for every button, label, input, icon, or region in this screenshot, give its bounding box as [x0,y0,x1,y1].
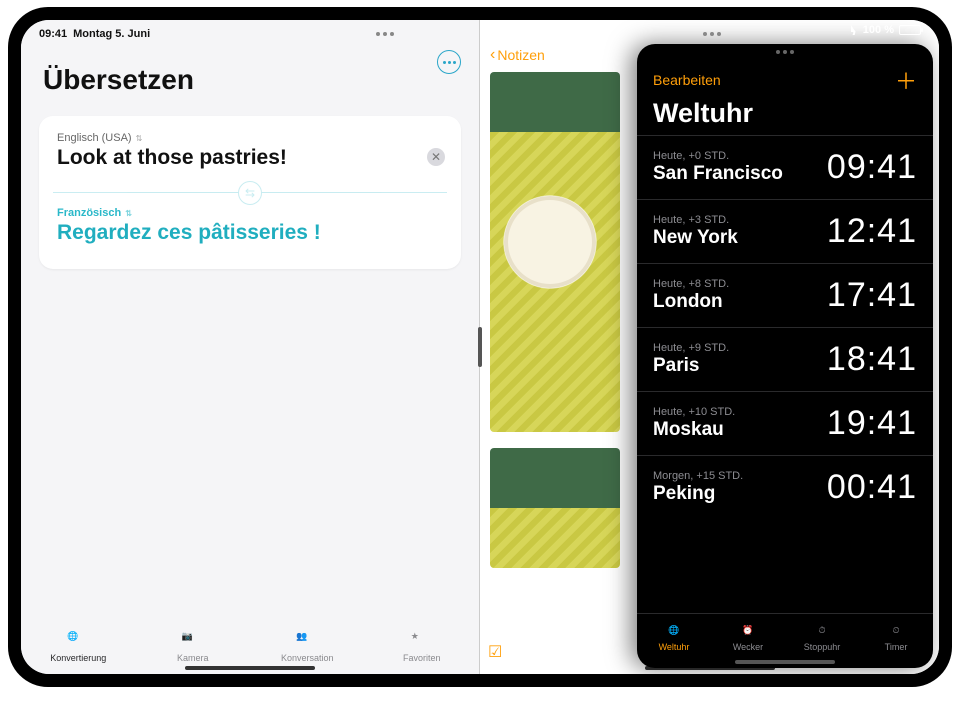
world-clock-row[interactable]: Heute, +9 STD.Paris 18:41 [637,327,933,391]
tab-alarm[interactable]: ⏰Wecker [711,620,785,652]
battery-pct: 100 % [863,24,894,36]
notes-back-button[interactable]: ‹ Notizen [490,46,545,64]
edit-button[interactable]: Bearbeiten [653,72,721,88]
translate-app-pane: Übersetzen Englisch (USA)⇅ Look at those… [21,20,480,674]
source-text[interactable]: Look at those pastries! [57,146,443,170]
tab-world-clock[interactable]: 🌐Weltuhr [637,620,711,652]
status-date: Montag 5. Juni [73,28,150,40]
battery-icon [899,25,921,35]
chevron-left-icon: ‹ [490,46,495,64]
world-clock-list[interactable]: Heute, +0 STD.San Francisco 09:41 Heute,… [637,135,933,613]
status-bar-right: 100 % [844,24,921,36]
camera-icon: 📷 [182,631,204,651]
notes-app-pane: ‹ Notizen ☑ Bearbeiten ＋ Weltuh [480,20,939,674]
clear-button[interactable]: ✕ [427,148,445,166]
chevron-updown-icon: ⇅ [125,209,132,218]
stopwatch-icon: ⏱ [812,620,832,640]
world-clock-row[interactable]: Morgen, +15 STD.Peking 00:41 [637,455,933,519]
timer-icon: ⏲ [886,620,906,640]
world-clock-row[interactable]: Heute, +3 STD.New York 12:41 [637,199,933,263]
home-indicator[interactable] [185,666,315,670]
ipad-frame: 09:41 Montag 5. Juni 100 % Übersetzen En… [8,7,952,687]
more-button[interactable] [437,50,461,74]
tab-timer[interactable]: ⏲Timer [859,620,933,652]
note-image-second[interactable] [490,448,620,568]
translation-card: Englisch (USA)⇅ Look at those pastries! … [39,116,461,269]
people-icon: 👥 [296,631,318,651]
translate-icon: 🌐 [67,631,89,651]
cookie-graphic [504,196,596,288]
chevron-updown-icon: ⇅ [136,134,143,143]
status-bar: 09:41 Montag 5. Juni [21,20,939,44]
world-clock-row[interactable]: Heute, +0 STD.San Francisco 09:41 [637,135,933,199]
tab-translation[interactable]: 🌐 Konvertierung [21,620,136,674]
add-city-button[interactable]: ＋ [895,64,917,96]
slideover-grabber[interactable] [776,50,794,54]
status-time: 09:41 [39,28,67,40]
tab-favorites[interactable]: ★ Favoriten [365,620,480,674]
clock-tab-bar: 🌐Weltuhr ⏰Wecker ⏱Stoppuhr ⏲Timer [637,613,933,660]
separator: ⇆ [53,192,447,193]
star-icon: ★ [411,631,433,651]
swap-languages-button[interactable]: ⇆ [238,181,262,205]
globe-icon: 🌐 [664,620,684,640]
world-clock-row[interactable]: Heute, +10 STD.Moskau 19:41 [637,391,933,455]
world-clock-title: Weltuhr [653,98,917,129]
checklist-icon[interactable]: ☑ [488,642,502,662]
split-divider-handle[interactable] [478,327,482,367]
translate-title: Übersetzen [43,64,457,96]
note-image-cookies[interactable] [490,72,620,432]
slideover-home-indicator[interactable] [735,660,835,664]
world-clock-row[interactable]: Heute, +8 STD.London 17:41 [637,263,933,327]
translated-text: Regardez ces pâtisseries ! [57,221,443,245]
alarm-icon: ⏰ [738,620,758,640]
multitask-dots-left[interactable] [376,32,394,36]
screen: 09:41 Montag 5. Juni 100 % Übersetzen En… [21,20,939,674]
wifi-icon [844,25,858,35]
multitask-dots-right[interactable] [703,32,721,36]
source-language-picker[interactable]: Englisch (USA)⇅ [57,132,443,144]
clock-slideover[interactable]: Bearbeiten ＋ Weltuhr Heute, +0 STD.San F… [637,44,933,668]
target-language-picker[interactable]: Französisch⇅ [57,207,443,219]
tab-stopwatch[interactable]: ⏱Stoppuhr [785,620,859,652]
